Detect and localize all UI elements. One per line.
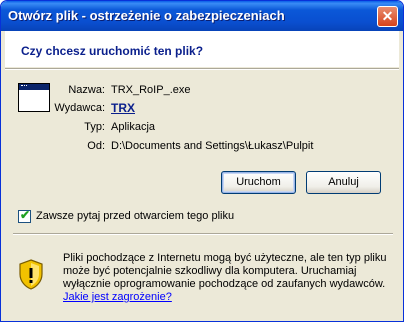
publisher-link[interactable]: TRX <box>111 101 135 115</box>
close-button[interactable]: ✕ <box>377 6 398 27</box>
checkmark-icon: ✔ <box>20 208 31 222</box>
dialog-header: Czy chcesz uruchomić ten plik? <box>5 31 399 67</box>
security-warning-dialog: Otwórz plik - ostrzeżenie o zabezpieczen… <box>0 0 404 322</box>
header-divider <box>5 68 399 70</box>
always-ask-label[interactable]: Zawsze pytaj przed otwarciem tego pliku <box>36 210 234 222</box>
name-label: Nazwa: <box>68 84 105 96</box>
from-label: Od: <box>87 140 105 152</box>
cancel-button[interactable]: Anuluj <box>306 171 381 194</box>
file-type-value: Aplikacja <box>111 121 156 133</box>
file-name-value: TRX_RoIP_.exe <box>111 84 191 96</box>
always-ask-checkbox[interactable]: ✔ <box>18 208 31 223</box>
warning-message: Pliki pochodzące z Internetu mogą być uż… <box>63 252 395 304</box>
publisher-label: Wydawca: <box>54 102 105 114</box>
file-path-value: D:\Documents and Settings\Łukasz\Pulpit <box>111 140 314 152</box>
warning-text: Pliki pochodzące z Internetu mogą być uż… <box>63 252 387 290</box>
type-label: Typ: <box>84 121 105 133</box>
run-question: Czy chcesz uruchomić ten plik? <box>21 44 204 58</box>
security-shield-warning-icon <box>19 259 43 290</box>
run-button[interactable]: Uruchom <box>221 171 296 194</box>
window-title: Otwórz plik - ostrzeżenie o zabezpieczen… <box>8 8 285 23</box>
close-icon: ✕ <box>381 8 394 24</box>
title-bar[interactable]: Otwórz plik - ostrzeżenie o zabezpieczen… <box>1 1 403 31</box>
warning-divider <box>13 233 393 235</box>
risk-info-link[interactable]: Jakie jest zagrożenie? <box>63 291 172 303</box>
